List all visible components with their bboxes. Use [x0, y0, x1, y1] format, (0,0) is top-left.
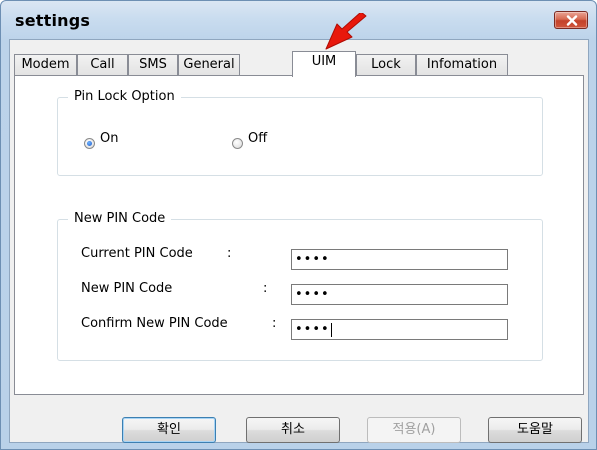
confirm-pin-colon: :: [272, 316, 277, 331]
current-pin-label: Current PIN Code: [81, 246, 193, 261]
current-pin-colon: :: [227, 246, 232, 261]
tab-general[interactable]: General: [178, 54, 240, 75]
tab-call[interactable]: Call: [77, 54, 128, 75]
tab-modem[interactable]: Modem: [14, 54, 77, 75]
title-bar[interactable]: settings: [1, 1, 596, 39]
confirm-pin-input[interactable]: ••••: [291, 319, 508, 340]
red-arrow-icon: [325, 13, 367, 50]
ok-button[interactable]: 확인: [122, 417, 216, 443]
radio-on[interactable]: [84, 138, 95, 149]
tab-lock[interactable]: Lock: [356, 54, 416, 75]
confirm-pin-label: Confirm New PIN Code: [81, 316, 228, 331]
text-caret: [330, 322, 332, 337]
pin-lock-option-group: Pin Lock Option On Off: [57, 89, 543, 176]
dialog-client-area: Modem Call SMS General UIM Lock Infomati…: [9, 39, 589, 443]
tab-infomation[interactable]: Infomation: [416, 54, 508, 75]
pin-lock-option-title: Pin Lock Option: [68, 89, 181, 104]
tab-sms[interactable]: SMS: [128, 54, 178, 75]
radio-off-label[interactable]: Off: [248, 131, 267, 146]
cancel-button[interactable]: 취소: [246, 417, 340, 443]
new-pin-colon: :: [263, 281, 268, 296]
current-pin-input[interactable]: ••••: [291, 249, 508, 270]
settings-window: settings Modem Call SMS General UIM Lock…: [0, 0, 597, 450]
help-button[interactable]: 도움말: [488, 417, 582, 443]
close-icon: [566, 15, 578, 26]
tab-uim[interactable]: UIM: [292, 51, 356, 77]
new-pin-code-title: New PIN Code: [68, 211, 172, 226]
apply-button[interactable]: 적용(A): [367, 417, 461, 443]
radio-off[interactable]: [232, 138, 243, 149]
window-title: settings: [15, 11, 91, 30]
confirm-pin-value: ••••: [295, 322, 330, 337]
radio-on-label[interactable]: On: [100, 131, 118, 146]
uim-tab-panel: Pin Lock Option On Off New PIN Code Curr…: [14, 75, 584, 395]
new-pin-label: New PIN Code: [81, 281, 173, 296]
close-button[interactable]: [554, 11, 588, 29]
new-pin-input[interactable]: ••••: [291, 284, 508, 305]
